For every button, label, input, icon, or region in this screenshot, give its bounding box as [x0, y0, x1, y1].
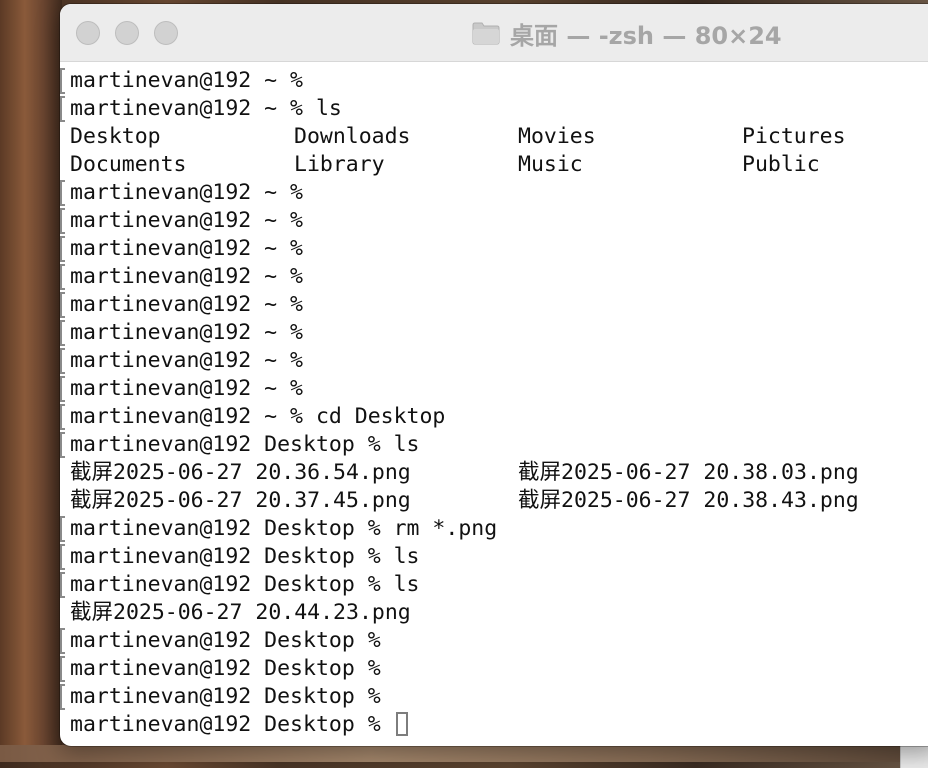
- prompt-line: martinevan@192 Desktop %: [70, 628, 381, 653]
- prompt-line: martinevan@192 Desktop %: [70, 656, 381, 681]
- prompt-line: martinevan@192 Desktop % ls: [70, 544, 420, 569]
- close-button[interactable]: [76, 21, 100, 45]
- prompt-line: martinevan@192 Desktop % rm *.png: [70, 516, 498, 541]
- mark-bracket: [60, 544, 65, 570]
- prompt-line: martinevan@192 ~ %: [70, 376, 303, 401]
- prompt-line: martinevan@192 ~ %: [70, 68, 303, 93]
- mark-bracket: [60, 68, 65, 94]
- ls-entry: 截屏2025-06-27 20.36.54.png: [70, 460, 411, 485]
- mark-bracket: [60, 432, 65, 458]
- prompt-line: martinevan@192 Desktop %: [70, 711, 408, 739]
- prompt-line: martinevan@192 ~ %: [70, 292, 303, 317]
- title-bar[interactable]: 桌面 — -zsh — 80×24: [60, 4, 928, 62]
- mark-bracket: [60, 376, 65, 402]
- mark-bracket: [60, 628, 65, 654]
- mark-bracket: [60, 180, 65, 206]
- window-title-group: 桌面 — -zsh — 80×24: [472, 17, 782, 50]
- terminal-window[interactable]: 桌面 — -zsh — 80×24 martinevan@192 ~ % mart…: [60, 4, 928, 746]
- ls-entry: Desktop: [70, 124, 161, 149]
- mark-bracket: [60, 208, 65, 234]
- mark-bracket: [60, 684, 65, 710]
- prompt-line: martinevan@192 ~ %: [70, 348, 303, 373]
- ls-entry: Music: [518, 152, 583, 177]
- prompt-line: martinevan@192 ~ %: [70, 208, 303, 233]
- mark-bracket: [60, 320, 65, 346]
- output-line: 截屏2025-06-27 20.44.23.png: [70, 600, 411, 625]
- ls-entry: Library: [294, 152, 385, 177]
- mark-bracket: [60, 348, 65, 374]
- window-title: 桌面 — -zsh — 80×24: [510, 21, 782, 50]
- minimize-button[interactable]: [115, 21, 139, 45]
- prompt-line: martinevan@192 ~ % cd Desktop: [70, 404, 446, 429]
- prompt-line: martinevan@192 ~ % ls: [70, 96, 342, 121]
- mark-bracket: [60, 96, 65, 122]
- wallpaper: [0, 0, 62, 762]
- ls-entry: Public: [742, 152, 820, 177]
- mark-bracket: [60, 516, 65, 542]
- prompt-line: martinevan@192 ~ %: [70, 320, 303, 345]
- prompt-line: martinevan@192 ~ %: [70, 236, 303, 261]
- zoom-button[interactable]: [154, 21, 178, 45]
- prompt-line: martinevan@192 Desktop % ls: [70, 432, 420, 457]
- ls-entry: 截屏2025-06-27 20.38.03.png: [518, 460, 859, 485]
- ls-entry: Pictures: [742, 124, 846, 149]
- prompt-line: martinevan@192 Desktop % ls: [70, 572, 420, 597]
- ls-entry: Movies: [518, 124, 596, 149]
- text-cursor: [395, 712, 408, 736]
- mark-bracket: [60, 264, 65, 290]
- mark-bracket: [60, 572, 65, 598]
- prompt-line: martinevan@192 Desktop %: [70, 684, 381, 709]
- mark-bracket: [60, 656, 65, 682]
- mark-bracket: [60, 236, 65, 262]
- prompt-line: martinevan@192 ~ %: [70, 180, 303, 205]
- mark-bracket: [60, 404, 65, 430]
- terminal-output[interactable]: martinevan@192 ~ % martinevan@192 ~ % ls D…: [60, 61, 928, 746]
- ls-entry: 截屏2025-06-27 20.37.45.png: [70, 488, 411, 513]
- ls-entry: 截屏2025-06-27 20.38.43.png: [518, 488, 859, 513]
- prompt-line: martinevan@192 ~ %: [70, 264, 303, 289]
- ls-entry: Downloads: [294, 124, 411, 149]
- folder-icon: [472, 21, 500, 45]
- wallpaper-bottom: [0, 745, 928, 762]
- mark-bracket: [60, 292, 65, 318]
- ls-entry: Documents: [70, 152, 187, 177]
